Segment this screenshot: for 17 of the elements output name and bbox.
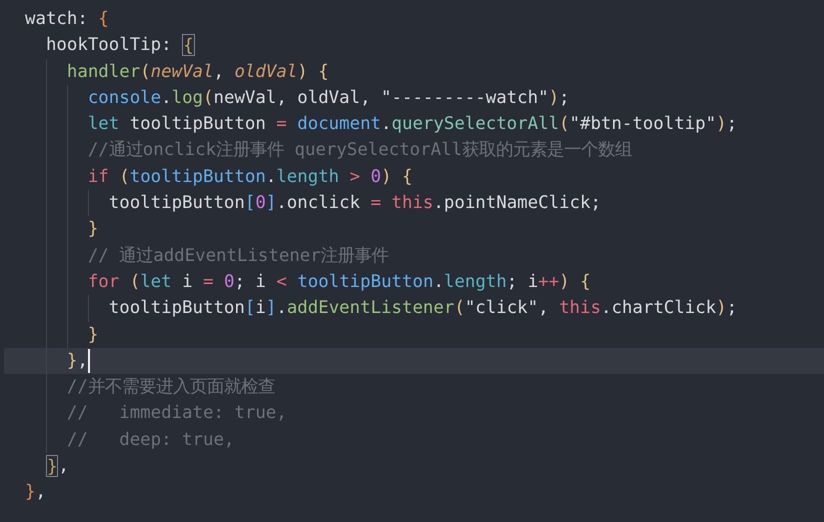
code-line: //并不需要进入页面就检查 (4, 374, 824, 400)
code-line: tooltipButton[i].addEventListener("click", this.chartClick); (4, 295, 824, 322)
code-line: }, (24, 481, 47, 504)
code-line: } (4, 216, 824, 243)
code-line: hookToolTip: { (44, 33, 196, 58)
code-line: }, (44, 454, 70, 480)
code-line: console.log(newVal, oldVal, "---------watch"); (4, 84, 824, 112)
code-line: // deep: true, (4, 426, 824, 454)
code-line: handler(newVal, oldVal) { (4, 58, 824, 85)
code-line: let tooltipButton = document.querySelectorAll("#btn-tooltip"); (4, 111, 824, 138)
code-line: // 通过addEventListener注册事件 (4, 242, 824, 269)
code-line: for (let i = 0; i < tooltipButton.length; i++) { (4, 268, 824, 296)
code-line: tooltipButton[0].onclick = this.pointNameClick; (4, 190, 824, 216)
code-line: if (tooltipButton.length > 0) { (4, 164, 824, 190)
code-line: // immediate: true, (4, 400, 824, 427)
code-line: //通过onclick注册事件 querySelectorAll获取的元素是一个数组 (4, 137, 824, 164)
code-line: watch: { (24, 8, 110, 31)
